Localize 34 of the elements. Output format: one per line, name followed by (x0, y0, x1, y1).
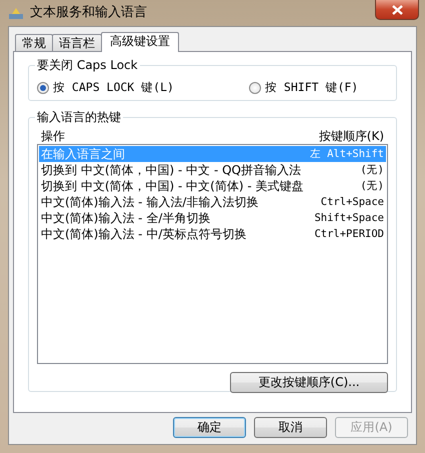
column-header: 操作 (41, 128, 65, 144)
group-title: 输入语言的热键 (35, 110, 123, 124)
change-key-sequence-button[interactable]: 更改按键顺序(C)... (230, 372, 388, 394)
key-sequence-text: Ctrl+Space (320, 195, 384, 210)
list-row[interactable]: 中文(简体)输入法 - 中/英标点符号切换 Ctrl+PERIOD (39, 226, 386, 242)
radio-button[interactable] (249, 82, 261, 94)
tab[interactable]: 常规 (15, 34, 53, 51)
list-row[interactable]: 中文(简体)输入法 - 全/半角切换 Shift+Space (39, 210, 386, 226)
list-row[interactable]: 中文(简体)输入法 - 输入法/非输入法切换 Ctrl+Space (39, 194, 386, 210)
action-text: 中文(简体)输入法 - 全/半角切换 (41, 210, 210, 226)
list-row[interactable]: 切换到 中文(简体，中国) - 中文(简体) - 美式键盘 (无) (39, 178, 386, 194)
action-text: 中文(简体)输入法 - 输入法/非输入法切换 (41, 194, 258, 210)
column-header: 按键顺序(K) (318, 128, 384, 144)
action-text: 切换到 中文(简体，中国) - 中文 - QQ拼音输入法 (41, 162, 301, 178)
tab[interactable]: 高级键设置 (101, 32, 179, 52)
key-sequence-text: Ctrl+PERIOD (314, 227, 384, 242)
action-text: 在输入语言之间 (41, 146, 125, 162)
close-icon (392, 4, 402, 14)
radio-button[interactable] (37, 82, 49, 94)
tab[interactable]: 语言栏 (52, 34, 102, 51)
key-sequence-text: (无) (360, 163, 384, 178)
action-text: 中文(简体)输入法 - 中/英标点符号切换 (41, 226, 246, 242)
key-sequence-text: 左 Alt+Shift (310, 147, 384, 162)
key-sequence-text: Shift+Space (314, 211, 384, 226)
window-title: 文本服务和输入语言 (30, 4, 147, 22)
key-sequence-text: (无) (360, 179, 384, 194)
group-title: 要关闭 Caps Lock (35, 58, 140, 72)
ok-button[interactable]: 确定 (173, 417, 246, 438)
radio-label: 按 CAPS LOCK 键(L) (53, 79, 174, 96)
close-button[interactable] (375, 0, 419, 20)
radio-label: 按 SHIFT 键(F) (265, 79, 358, 96)
action-text: 切换到 中文(简体，中国) - 中文(简体) - 美式键盘 (41, 178, 304, 194)
list-row[interactable]: 切换到 中文(简体，中国) - 中文 - QQ拼音输入法 (无) (39, 162, 386, 178)
dialog-button[interactable]: 取消 (254, 417, 327, 438)
